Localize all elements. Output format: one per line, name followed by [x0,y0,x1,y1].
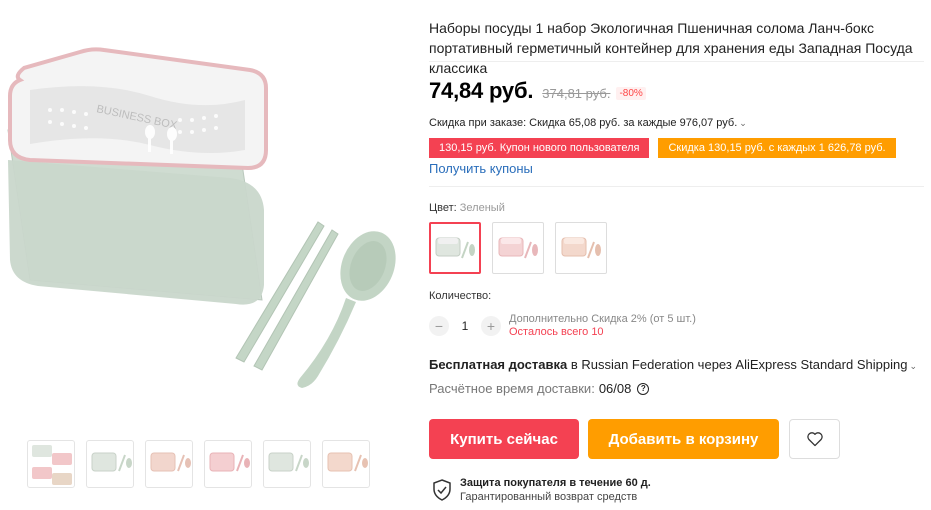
wishlist-button[interactable] [789,419,840,459]
quantity-notes: Дополнительно Скидка 2% (от 5 шт.) Остал… [509,313,696,339]
product-title: Наборы посуды 1 набор Экологичная Пшенич… [429,20,913,76]
stock-remaining: Осталось всего 10 [509,326,604,338]
order-discount-text: Скидка при заказе: Скидка 65,08 руб. за … [429,117,738,129]
quantity-increase-button[interactable]: + [481,316,501,336]
thumbnail[interactable] [86,440,134,488]
color-swatch-pink[interactable] [492,222,544,274]
thumbnail-strip [27,440,370,488]
chevron-down-icon: ⌄ [739,118,747,128]
divider [429,61,924,62]
thumbnail[interactable] [263,440,311,488]
buyer-protection: Защита покупателя в течение 60 д. Гарант… [432,476,651,504]
old-price: 374,81 руб. [542,86,611,101]
quantity-label: Количество: [429,290,492,302]
quantity-stepper: − + Дополнительно Скидка 2% (от 5 шт.) О… [429,313,696,339]
buy-now-button[interactable]: Купить сейчас [429,419,579,459]
thumbnail[interactable] [145,440,193,488]
color-label: Цвет: Зеленый [429,202,505,214]
current-price: 74,84 руб. [429,78,534,103]
free-shipping-label: Бесплатная доставка [429,357,568,372]
shield-icon [433,479,451,501]
protection-subtitle: Гарантированный возврат средств [460,491,638,503]
coupon-new-user[interactable]: 130,15 руб. Купон нового пользователя [425,138,653,158]
protection-title: Защита покупателя в течение 60 д. [460,477,651,489]
coupon-store-discount[interactable]: Скидка 130,15 руб. с каждых 1 626,78 руб… [655,138,899,158]
thumbnail[interactable] [204,440,252,488]
discount-badge: -80% [616,87,646,100]
coupon-list: 130,15 руб. Купон нового пользователя Ск… [425,138,899,158]
color-swatches [429,222,607,274]
add-to-cart-button[interactable]: Добавить в корзину [588,419,779,459]
color-swatch-peach[interactable] [555,222,607,274]
shipping-details: в Russian Federation через AliExpress St… [570,357,908,372]
divider [429,186,924,187]
order-discount[interactable]: Скидка при заказе: Скидка 65,08 руб. за … [429,117,747,129]
heart-icon [806,432,823,447]
color-value: Зеленый [459,202,505,214]
shipping-info[interactable]: Бесплатная доставка в Russian Federation… [429,357,917,372]
quantity-input[interactable] [449,319,481,333]
thumbnail[interactable] [322,440,370,488]
color-swatch-green[interactable] [429,222,481,274]
delivery-label: Расчётное время доставки: [429,381,595,396]
chevron-down-icon: ⌄ [909,361,917,371]
quantity-decrease-button[interactable]: − [429,316,449,336]
bulk-discount-note: Дополнительно Скидка 2% (от 5 шт.) [509,313,696,325]
main-product-image: BUSINESS BOX [0,40,400,420]
thumbnail[interactable] [27,440,75,488]
color-label-text: Цвет: [429,202,457,214]
delivery-estimate: Расчётное время доставки: 06/08 ? [429,381,650,396]
delivery-date: 06/08 [598,381,632,396]
help-icon[interactable]: ? [637,382,650,395]
get-coupons-link[interactable]: Получить купоны [429,161,533,176]
price-row: 74,84 руб. 374,81 руб. -80% [429,78,646,104]
